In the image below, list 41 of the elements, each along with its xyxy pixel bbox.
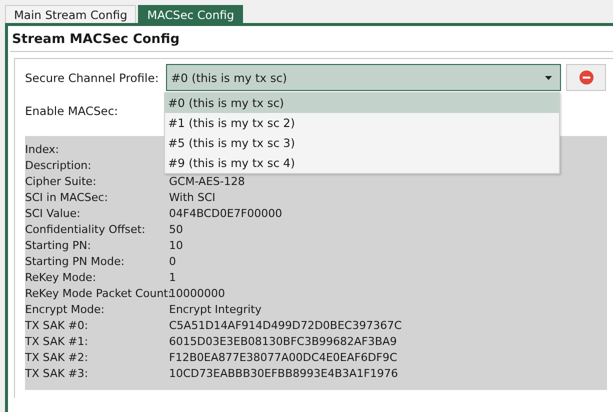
detail-label: Encrypt Mode: [25, 302, 106, 318]
field-label: Enable MACSec: [25, 104, 118, 120]
detail-label: TX SAK #1: [25, 334, 90, 350]
dropdown-option[interactable]: #0 (this is my tx sc) [165, 93, 559, 113]
detail-label: SCI in MACSec: [25, 190, 109, 206]
detail-value: 10 [169, 238, 183, 254]
section-title: Stream MACSec Config [10, 32, 613, 52]
detail-value: C5A51D14AF914D499D72D0BEC397367C [169, 318, 402, 334]
detail-value: 50 [169, 222, 183, 238]
dropdown-option[interactable]: #1 (this is my tx sc 2) [165, 113, 559, 133]
remove-icon [578, 70, 594, 85]
detail-label: TX SAK #3: [25, 366, 90, 382]
detail-value: F12B0EA877E38077A00DC4E0EAF6DF9C [169, 350, 398, 366]
detail-label: Starting PN: [25, 238, 92, 254]
detail-label: Confidentiality Offset: [25, 222, 146, 238]
tab[interactable]: Main Stream Config [5, 5, 136, 23]
detail-value: GCM-AES-128 [169, 174, 245, 190]
detail-label: Index: [25, 142, 60, 158]
detail-label: Description: [25, 158, 92, 174]
detail-value: 0 [169, 254, 176, 270]
detail-label: Cipher Suite: [25, 174, 98, 190]
detail-value: 04F4BCD0E7F00000 [169, 206, 282, 222]
detail-label: TX SAK #2: [25, 350, 90, 366]
detail-label: SCI Value: [25, 206, 82, 222]
detail-label: ReKey Mode: [25, 270, 98, 286]
field-label: Secure Channel Profile: [25, 70, 160, 84]
detail-label: TX SAK #0: [25, 318, 90, 334]
detail-label: Starting PN Mode: [25, 254, 126, 270]
detail-value: 10CD73EABBB30EFBB8993E4B3A1F1976 [169, 366, 398, 382]
tab[interactable]: MACSec Config [138, 5, 244, 23]
remove-button[interactable] [566, 64, 606, 91]
dropdown-option[interactable]: #5 (this is my tx sc 3) [165, 133, 559, 153]
detail-value: 6015D03E3EB08130BFC3B99682AF3BA9 [169, 334, 397, 350]
detail-value: Encrypt Integrity [169, 302, 262, 318]
dropdown-arrow-icon [545, 76, 552, 80]
profile-dropdown[interactable]: #0 (this is my tx sc) [166, 64, 561, 91]
detail-value: 10000000 [169, 286, 225, 302]
detail-label: ReKey Mode Packet Count: [25, 286, 169, 302]
detail-value: 1 [169, 270, 176, 286]
dropdown-option[interactable]: #9 (this is my tx sc 4) [165, 153, 559, 173]
detail-value: With SCI [169, 190, 216, 206]
